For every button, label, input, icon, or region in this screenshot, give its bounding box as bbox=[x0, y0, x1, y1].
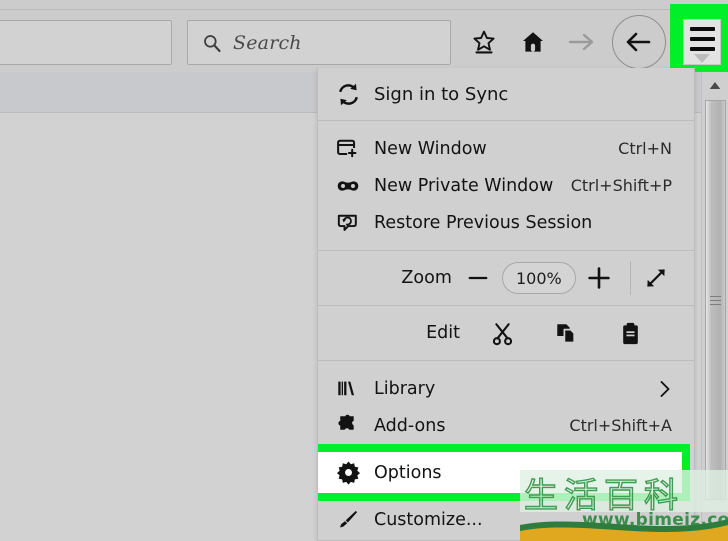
scroll-up-arrow-icon[interactable] bbox=[702, 72, 728, 98]
menu-item-label: Sign in to Sync bbox=[374, 83, 509, 105]
menu-item-label: New Window bbox=[374, 138, 487, 159]
zoom-out-button[interactable] bbox=[458, 266, 499, 290]
url-bar-input[interactable] bbox=[0, 20, 172, 65]
scrollbar-grip-icon bbox=[710, 293, 721, 308]
search-placeholder-text: Search bbox=[233, 31, 302, 54]
cut-scissors-icon[interactable] bbox=[470, 321, 534, 346]
chevron-right-icon bbox=[658, 379, 672, 399]
hamburger-bar-3 bbox=[689, 47, 715, 51]
browser-main-menu: Sign in to Sync New Window Ctrl+N New Pr… bbox=[317, 68, 695, 541]
menu-item-library[interactable]: Library bbox=[318, 370, 694, 407]
library-books-icon bbox=[336, 377, 366, 400]
hamburger-bar-1 bbox=[689, 27, 715, 31]
hamburger-menu-button[interactable] bbox=[683, 19, 721, 65]
menu-item-options[interactable]: Options bbox=[318, 452, 682, 493]
options-highlight-box: Options bbox=[318, 444, 690, 501]
fullscreen-icon[interactable] bbox=[637, 266, 676, 290]
back-arrow-icon[interactable] bbox=[612, 15, 666, 69]
toolbar-top-divider bbox=[0, 9, 728, 10]
zoom-divider bbox=[629, 261, 631, 295]
bookmark-star-icon[interactable] bbox=[468, 26, 500, 58]
menu-group-spacer bbox=[318, 121, 694, 130]
menu-item-label: Library bbox=[374, 378, 436, 399]
menu-item-sign-in-to-sync[interactable]: Sign in to Sync bbox=[318, 68, 694, 120]
paintbrush-icon bbox=[336, 508, 366, 531]
menu-item-new-window[interactable]: New Window Ctrl+N bbox=[318, 130, 694, 167]
menu-item-shortcut: Ctrl+Shift+P bbox=[570, 176, 672, 195]
edit-label: Edit bbox=[426, 323, 460, 343]
menu-group-spacer bbox=[318, 241, 694, 250]
scrollbar-thumb[interactable] bbox=[705, 100, 726, 500]
menu-item-label: Options bbox=[374, 462, 442, 483]
forward-arrow-icon bbox=[566, 26, 598, 58]
zoom-in-button[interactable] bbox=[579, 265, 620, 291]
hamburger-bar-2 bbox=[689, 37, 715, 41]
puzzle-piece-icon bbox=[336, 414, 366, 437]
home-icon[interactable] bbox=[517, 26, 549, 58]
browser-toolbar: Search bbox=[0, 0, 728, 72]
menu-item-label: Add-ons bbox=[374, 415, 446, 436]
paste-clipboard-icon[interactable] bbox=[598, 321, 662, 346]
menu-item-shortcut: Ctrl+N bbox=[618, 139, 672, 158]
gear-icon bbox=[336, 460, 366, 485]
menu-group-spacer bbox=[318, 361, 694, 370]
copy-pages-icon[interactable] bbox=[534, 321, 598, 346]
restore-session-icon bbox=[336, 211, 366, 234]
menu-item-label: Customize... bbox=[374, 509, 483, 530]
menu-item-new-private-window[interactable]: New Private Window Ctrl+Shift+P bbox=[318, 167, 694, 204]
menu-caret-icon bbox=[694, 54, 710, 63]
menu-zoom-row: Zoom 100% bbox=[318, 251, 694, 305]
zoom-level-value[interactable]: 100% bbox=[501, 262, 576, 294]
sync-icon bbox=[336, 82, 366, 107]
menu-item-label: Restore Previous Session bbox=[374, 212, 593, 233]
menu-item-customize[interactable]: Customize... bbox=[318, 501, 694, 538]
menu-item-restore-previous-session[interactable]: Restore Previous Session bbox=[318, 204, 694, 241]
search-input[interactable]: Search bbox=[187, 20, 451, 65]
menu-item-add-ons[interactable]: Add-ons Ctrl+Shift+A bbox=[318, 407, 694, 444]
menu-item-label: New Private Window bbox=[374, 175, 554, 196]
menu-edit-row: Edit bbox=[318, 306, 694, 360]
browser-window: Search Sign in to Sync New Window Ctrl+N… bbox=[0, 0, 728, 541]
search-icon bbox=[202, 33, 222, 53]
menu-item-shortcut: Ctrl+Shift+A bbox=[569, 416, 672, 435]
window-scrollbar[interactable] bbox=[701, 72, 728, 541]
mask-icon bbox=[336, 179, 366, 193]
zoom-label: Zoom bbox=[401, 268, 452, 288]
new-window-icon bbox=[336, 137, 366, 160]
